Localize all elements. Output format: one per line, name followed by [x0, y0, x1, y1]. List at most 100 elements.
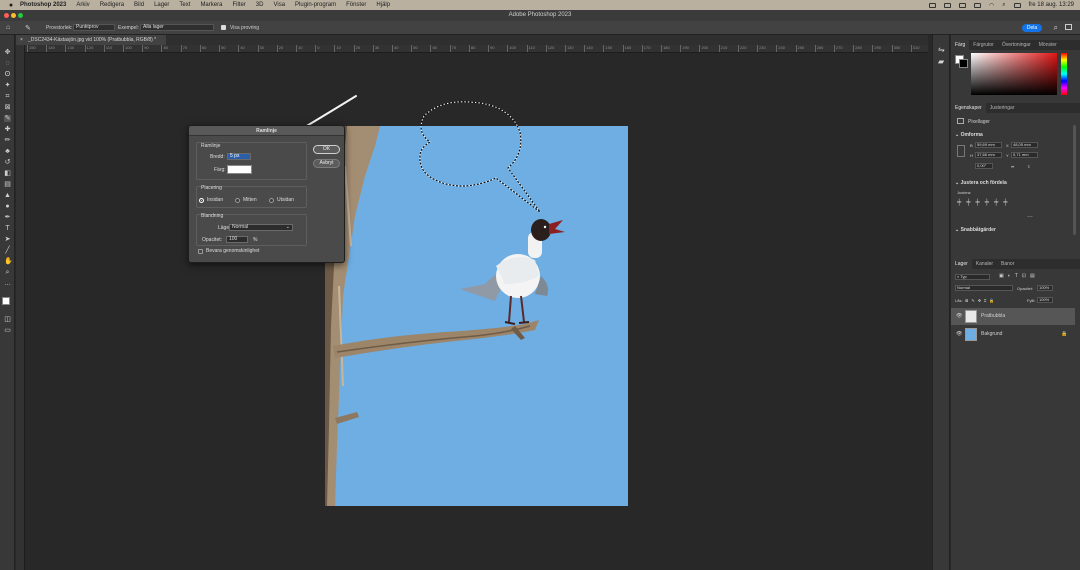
- zoom-tool-icon[interactable]: ⌕: [4, 269, 11, 276]
- placement-outside-radio[interactable]: [269, 198, 274, 203]
- y-field[interactable]: 5,71 mm: [1011, 152, 1038, 158]
- align-buttons-icon[interactable]: ╪╪╪╪╪╪: [957, 200, 1013, 206]
- width-input[interactable]: 5 px: [227, 153, 251, 160]
- hand-tool-icon[interactable]: ✋: [4, 258, 13, 265]
- home-icon[interactable]: ⌂: [6, 24, 10, 31]
- menu-fonster[interactable]: Fönster: [346, 2, 366, 8]
- tab-channels[interactable]: Kanaler: [972, 259, 997, 269]
- search-icon[interactable]: ⌕: [1054, 23, 1058, 33]
- crop-tool-icon[interactable]: ⌗: [4, 93, 11, 100]
- menu-visa[interactable]: Visa: [273, 2, 285, 8]
- background-color-chip[interactable]: [959, 59, 968, 68]
- visibility-eye-icon[interactable]: 👁: [956, 326, 962, 343]
- path-selection-icon[interactable]: ➤: [4, 236, 11, 243]
- marquee-tool-icon[interactable]: ◌: [4, 60, 11, 67]
- battery-icon[interactable]: [974, 2, 981, 8]
- search-icon[interactable]: ⌕: [1002, 2, 1005, 9]
- menu-bild[interactable]: Bild: [134, 2, 144, 8]
- history-panel-icon[interactable]: ⇋: [938, 45, 945, 54]
- menu-3d[interactable]: 3D: [256, 2, 264, 8]
- minimize-window-button[interactable]: [11, 13, 16, 18]
- layer-kind-filter[interactable]: ⌕ Typ: [955, 274, 990, 280]
- align-section-title[interactable]: ⌄ Justera och fördela: [955, 180, 1007, 186]
- tab-gradients[interactable]: Övertoningar: [998, 40, 1035, 50]
- link-proportions-icon[interactable]: [957, 145, 965, 157]
- apple-icon[interactable]: ●: [6, 2, 16, 9]
- move-tool-icon[interactable]: ✥: [4, 49, 11, 56]
- transform-section-title[interactable]: ⌄ Omforma: [955, 132, 983, 138]
- magic-wand-tool-icon[interactable]: ✦: [4, 82, 11, 89]
- flip-vertical-icon[interactable]: ⇳: [1027, 164, 1030, 169]
- menubar-clock[interactable]: fre 18 aug. 13:29: [1029, 2, 1074, 8]
- document-tab[interactable]: × _DSC2434-Kästasjön.jpg vid 100% (Pratb…: [16, 35, 166, 45]
- type-tool-icon[interactable]: T: [4, 225, 11, 232]
- frame-tool-icon[interactable]: ⊠: [4, 104, 11, 111]
- workspace-icon[interactable]: [1065, 24, 1072, 30]
- tab-paths[interactable]: Banor: [997, 259, 1018, 269]
- menu-markera[interactable]: Markera: [200, 2, 222, 8]
- screen-mode-icon[interactable]: ▭: [4, 327, 11, 334]
- close-window-button[interactable]: [4, 13, 9, 18]
- layer-filter-icons[interactable]: ▣◐T⊡▤: [999, 273, 1039, 279]
- menu-lager[interactable]: Lager: [154, 2, 169, 8]
- close-tab-icon[interactable]: ×: [20, 35, 23, 45]
- fill-field[interactable]: 100%: [1037, 297, 1053, 303]
- status-icon[interactable]: [959, 2, 966, 8]
- x-field[interactable]: 48,05 mm: [1011, 142, 1038, 148]
- show-ring-checkbox[interactable]: [221, 25, 226, 30]
- menu-app-name[interactable]: Photoshop 2023: [20, 2, 66, 8]
- healing-brush-icon[interactable]: ✚: [4, 126, 11, 133]
- menu-redigera[interactable]: Redigera: [100, 2, 124, 8]
- hue-slider[interactable]: [1061, 53, 1067, 95]
- ok-button[interactable]: OK: [313, 145, 340, 154]
- eyedropper-tool-icon[interactable]: ✎: [25, 24, 31, 32]
- wifi-icon[interactable]: ◠: [989, 2, 994, 9]
- placement-center-radio[interactable]: [235, 198, 240, 203]
- pen-tool-icon[interactable]: ✒: [4, 214, 11, 221]
- layer-blend-mode-select[interactable]: Normal: [955, 285, 1013, 291]
- control-center-icon[interactable]: [1013, 2, 1021, 8]
- lasso-tool-icon[interactable]: ʘ: [4, 71, 11, 78]
- color-picker-field[interactable]: [971, 53, 1057, 95]
- horizontal-ruler[interactable]: 150 140 130 120 110 100 90 80 70 60 50 40 30 20 10 0 10 2…: [25, 45, 928, 53]
- layer-row-pratbubbla[interactable]: 👁 Pratbubbla: [951, 308, 1075, 325]
- eyedropper-tool-icon[interactable]: ✎: [4, 115, 11, 122]
- sample-select[interactable]: Alla lager: [140, 24, 214, 31]
- mode-select[interactable]: Normal ⌄: [229, 224, 293, 231]
- tab-adjustments[interactable]: Justeringar: [986, 103, 1019, 113]
- share-button[interactable]: Dela: [1022, 24, 1042, 32]
- sample-size-select[interactable]: Punktprov: [73, 24, 115, 31]
- cancel-button[interactable]: Avbryt: [313, 159, 340, 168]
- shape-tool-icon[interactable]: ╱: [4, 247, 11, 254]
- zoom-window-button[interactable]: [18, 13, 23, 18]
- comments-panel-icon[interactable]: ▰: [938, 57, 944, 66]
- visibility-eye-icon[interactable]: 👁: [956, 308, 962, 325]
- menu-filter[interactable]: Filter: [232, 2, 245, 8]
- eraser-tool-icon[interactable]: ◧: [4, 170, 11, 177]
- more-tools-icon[interactable]: …: [4, 280, 11, 287]
- vertical-ruler[interactable]: [16, 45, 25, 570]
- menu-hjalp[interactable]: Hjälp: [376, 2, 390, 8]
- opacity-input[interactable]: 100: [226, 236, 248, 243]
- layer-name[interactable]: Bakgrund: [981, 326, 1002, 343]
- properties-scrollbar[interactable]: [1073, 125, 1076, 235]
- layer-name[interactable]: Pratbubbla: [981, 308, 1005, 325]
- layer-row-bakgrund[interactable]: 👁 Bakgrund 🔒: [951, 326, 1075, 343]
- angle-field[interactable]: 0,00°: [975, 163, 993, 169]
- menu-plugin[interactable]: Plugin-program: [295, 2, 336, 8]
- clone-stamp-icon[interactable]: ♣: [4, 148, 11, 155]
- history-brush-icon[interactable]: ↺: [4, 159, 11, 166]
- more-options-icon[interactable]: …: [1027, 213, 1033, 219]
- tab-patterns[interactable]: Mönster: [1035, 40, 1061, 50]
- tab-properties[interactable]: Egenskaper: [951, 103, 986, 113]
- tab-color[interactable]: Färg: [951, 40, 970, 50]
- stroke-color-swatch[interactable]: [227, 165, 252, 174]
- speech-bubble-selection[interactable]: [400, 94, 580, 224]
- foreground-color-swatch[interactable]: [2, 297, 10, 305]
- tab-swatches[interactable]: Färgrutor: [969, 40, 998, 50]
- gradient-tool-icon[interactable]: ▤: [4, 181, 11, 188]
- height-h-field[interactable]: 37,66 mm: [975, 152, 1002, 158]
- lock-icons[interactable]: ⊠✎✥⌗🔒: [965, 298, 997, 303]
- width-b-field[interactable]: 59,69 mm: [975, 142, 1002, 148]
- preserve-transparency-checkbox[interactable]: [198, 249, 203, 254]
